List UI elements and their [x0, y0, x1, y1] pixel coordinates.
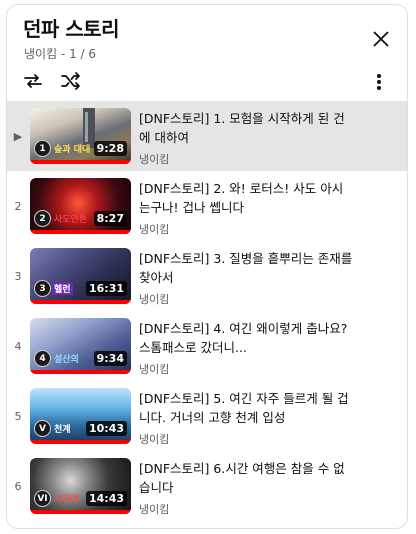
thumbnail-caption: 설산의	[54, 355, 79, 365]
video-thumbnail[interactable]: 2 사도안톤 8:27	[30, 178, 131, 234]
video-title[interactable]: [DNF스토리] 3. 질병을 흩뿌리는 존재를 찾아서	[139, 249, 354, 287]
play-triangle-icon: ▶	[13, 129, 23, 143]
item-index: 4	[14, 339, 22, 353]
playlist-items: ▶ 1 숲과 대대 9:28 [DNF스토리] 1. 모험을 시작하게 된 건에…	[7, 101, 407, 521]
thumbnail-caption: 헬런	[52, 282, 73, 295]
duration-badge: 9:28	[93, 141, 127, 156]
episode-badge: VI	[34, 490, 51, 507]
duration-badge: 16:31	[85, 281, 127, 296]
playlist-item[interactable]: 6 VI 시간여 14:43 [DNF스토리] 6.시간 여행은 참을 수 없습…	[7, 451, 407, 521]
playlist-item[interactable]: 3 3 헬런 16:31 [DNF스토리] 3. 질병을 흩뿌리는 존재를 찾아…	[7, 241, 407, 311]
close-icon[interactable]	[369, 27, 393, 51]
video-title[interactable]: [DNF스토리] 4. 여긴 왜이렇게 춥나요? 스톰패스로 갔더니...	[139, 319, 354, 357]
video-thumbnail[interactable]: VI 시간여 14:43	[30, 458, 131, 514]
duration-badge: 9:34	[93, 351, 127, 366]
video-thumbnail[interactable]: 3 헬런 16:31	[30, 248, 131, 304]
episode-badge: V	[34, 420, 51, 437]
video-title[interactable]: [DNF스토리] 1. 모험을 시작하게 된 건에 대하여	[139, 109, 354, 147]
channel-name[interactable]: 냉이킴	[139, 151, 169, 167]
thumbnail-caption: 시간여	[54, 495, 79, 505]
duration-badge: 14:43	[85, 491, 127, 506]
watch-progress-bar	[30, 510, 131, 514]
channel-name[interactable]: 냉이킴	[139, 361, 169, 377]
watch-progress-bar	[30, 300, 131, 304]
playlist-item[interactable]: ▶ 1 숲과 대대 9:28 [DNF스토리] 1. 모험을 시작하게 된 건에…	[7, 101, 407, 171]
item-index: 2	[14, 199, 22, 213]
more-vertical-icon[interactable]	[369, 71, 389, 93]
playlist-panel: 던파 스토리 냉이킴 - 1 / 6 ▶ 1 숲과 대대 9:28 [DNF스토…	[6, 4, 408, 529]
item-index: 5	[14, 409, 22, 423]
episode-badge: 1	[34, 140, 51, 157]
thumbnail-caption: 천계	[54, 425, 71, 435]
playlist-controls	[21, 69, 83, 93]
watch-progress-bar	[30, 230, 131, 234]
channel-name[interactable]: 냉이킴	[139, 431, 169, 447]
episode-badge: 2	[34, 210, 51, 227]
thumbnail-caption: 숲과 대대	[54, 145, 91, 155]
playlist-title[interactable]: 던파 스토리	[23, 13, 119, 42]
watch-progress-bar	[30, 370, 131, 374]
shuffle-icon[interactable]	[59, 69, 83, 93]
item-index: 3	[14, 269, 22, 283]
watch-progress-bar	[30, 440, 131, 444]
duration-badge: 10:43	[85, 421, 127, 436]
watch-progress-bar	[30, 160, 131, 164]
playlist-item[interactable]: 4 4 설산의 9:34 [DNF스토리] 4. 여긴 왜이렇게 춥나요? 스톰…	[7, 311, 407, 381]
video-thumbnail[interactable]: 1 숲과 대대 9:28	[30, 108, 131, 164]
channel-name[interactable]: 냉이킴	[139, 221, 169, 237]
video-thumbnail[interactable]: 4 설산의 9:34	[30, 318, 131, 374]
episode-badge: 3	[34, 280, 51, 297]
playlist-subtitle: 냉이킴 - 1 / 6	[24, 47, 97, 61]
duration-badge: 8:27	[93, 211, 127, 226]
video-thumbnail[interactable]: V 천계 10:43	[30, 388, 131, 444]
channel-name[interactable]: 냉이킴	[139, 291, 169, 307]
video-title[interactable]: [DNF스토리] 6.시간 여행은 참을 수 없습니다	[139, 459, 354, 497]
playlist-item[interactable]: 5 V 천계 10:43 [DNF스토리] 5. 여긴 자주 들르게 될 겁니다…	[7, 381, 407, 451]
playlist-header: 던파 스토리 냉이킴 - 1 / 6	[7, 5, 407, 97]
video-title[interactable]: [DNF스토리] 2. 와! 로터스! 사도 아시는구나! 겁나 쎕니다	[139, 179, 354, 217]
item-index: 6	[14, 479, 22, 493]
thumbnail-caption: 사도안톤	[54, 215, 88, 225]
loop-icon[interactable]	[21, 69, 45, 93]
channel-name[interactable]: 냉이킴	[139, 501, 169, 517]
episode-badge: 4	[34, 350, 51, 367]
playlist-item[interactable]: 2 2 사도안톤 8:27 [DNF스토리] 2. 와! 로터스! 사도 아시는…	[7, 171, 407, 241]
video-title[interactable]: [DNF스토리] 5. 여긴 자주 들르게 될 겁니다. 거너의 고향 천계 입…	[139, 389, 354, 427]
